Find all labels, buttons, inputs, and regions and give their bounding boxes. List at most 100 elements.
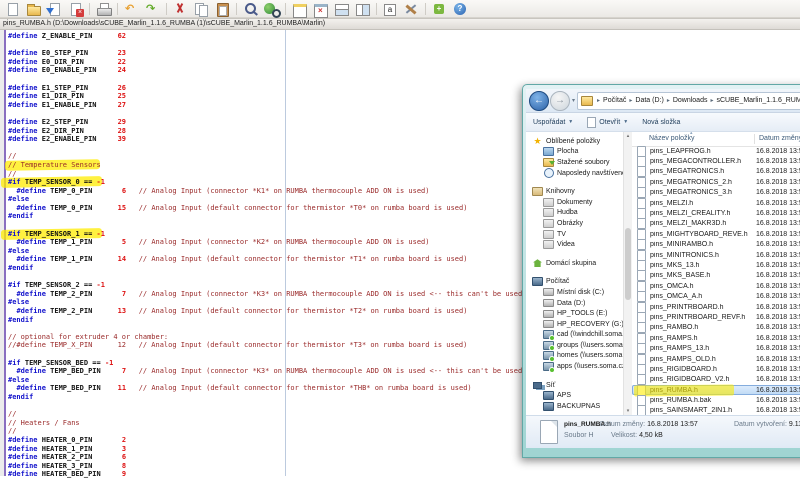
sidebar-item-hp-recovery-g[interactable]: HP_RECOVERY (G:) xyxy=(526,319,632,330)
scrollbar-thumb[interactable] xyxy=(625,228,631,300)
file-row[interactable]: pins_RIGIDBOARD_V2.h16.8.2018 13:57 xyxy=(632,375,800,385)
file-row[interactable]: pins_MELZI.h16.8.2018 13:57 xyxy=(632,198,800,208)
sidebar-item-label: apps (\\users.soma.cz) (Z xyxy=(557,363,632,370)
file-row[interactable]: pins_PRINTRBOARD_REVF.h16.8.2018 13:57 xyxy=(632,312,800,322)
file-name: pins_MINIRAMBO.h xyxy=(650,241,756,248)
breadcrumb-item[interactable]: sCUBE_Marlin_1.1.6_RUMBA (1) xyxy=(716,97,800,104)
file-row[interactable]: pins_OMCA_A.h16.8.2018 13:57 xyxy=(632,291,800,301)
sidebar-item-data-d[interactable]: Data (D:) xyxy=(526,298,632,309)
tile-horizontal-icon[interactable] xyxy=(331,1,352,17)
cut-icon[interactable] xyxy=(170,1,191,17)
file-icon xyxy=(637,250,646,261)
sidebar-item-dokumenty[interactable]: Dokumenty xyxy=(526,197,632,208)
sidebar-item-aps[interactable]: APS xyxy=(526,390,632,401)
breadcrumb-item[interactable]: Počítač xyxy=(603,97,626,104)
file-row[interactable]: pins_MIGHTYBOARD_REVE.h16.8.2018 13:57 xyxy=(632,229,800,239)
column-header-name[interactable]: Název položky xyxy=(649,135,695,142)
file-row[interactable]: pins_MEGATRONICS.h16.8.2018 13:57 xyxy=(632,167,800,177)
sidebar-item-groups-users-soma-cz[interactable]: groups (\\users.soma.cz) xyxy=(526,340,632,351)
file-row[interactable]: pins_RAMBO.h16.8.2018 13:57 xyxy=(632,323,800,333)
sidebar-item-plocha[interactable]: Plocha xyxy=(526,147,632,158)
file-row[interactable]: pins_MELZI_CREALITY.h16.8.2018 13:57 xyxy=(632,208,800,218)
open-folder-icon[interactable] xyxy=(23,1,44,17)
forward-button[interactable] xyxy=(550,91,570,111)
file-row[interactable]: pins_MKS_BASE.h16.8.2018 13:57 xyxy=(632,271,800,281)
organize-button[interactable]: Uspořádat xyxy=(533,119,573,126)
file-row[interactable]: pins_MEGATRONICS_3.h16.8.2018 13:57 xyxy=(632,188,800,198)
file-row[interactable]: pins_PRINTRBOARD.h16.8.2018 13:57 xyxy=(632,302,800,312)
sidebar-item-obr-zky[interactable]: Obrázky xyxy=(526,218,632,229)
file-row[interactable]: pins_MINITRONICS.h16.8.2018 13:57 xyxy=(632,250,800,260)
help-icon[interactable] xyxy=(450,1,471,17)
file-row[interactable]: pins_MINIRAMBO.h16.8.2018 13:57 xyxy=(632,240,800,250)
undo-icon[interactable] xyxy=(121,1,142,17)
new-file-icon[interactable] xyxy=(2,1,23,17)
file-date: 16.8.2018 13:57 xyxy=(756,376,800,383)
sidebar-item-label: Domácí skupina xyxy=(546,260,596,267)
print-icon[interactable] xyxy=(93,1,114,17)
column-header-date[interactable]: Datum změny xyxy=(759,135,800,142)
sidebar-item-backupnas[interactable]: BACKUPNAS xyxy=(526,401,632,412)
breadcrumb-separator-icon: ▸ xyxy=(710,97,713,104)
new-folder-button[interactable]: Nová složka xyxy=(642,119,680,126)
file-row[interactable]: pins_RAMPS_OLD.h16.8.2018 13:57 xyxy=(632,354,800,364)
sidebar-scrollbar[interactable] xyxy=(623,132,632,415)
file-row[interactable]: pins_OMCA.h16.8.2018 13:57 xyxy=(632,281,800,291)
sidebar-item-tv[interactable]: TV xyxy=(526,229,632,240)
scroll-up-icon[interactable] xyxy=(624,132,632,140)
sidebar-item-videa[interactable]: Videa xyxy=(526,239,632,250)
plugin-icon[interactable] xyxy=(429,1,450,17)
paste-icon[interactable] xyxy=(212,1,233,17)
sidebar-item-knihovny[interactable]: Knihovny xyxy=(526,186,632,197)
sidebar-item-cad-windchill-soma-cz[interactable]: cad (\\windchill.soma.cz) xyxy=(526,330,632,341)
sidebar-item-obl-ben-polo-ky[interactable]: Oblíbené položky xyxy=(526,136,632,147)
address-bar[interactable]: ▸Počítač▸Data (D:)▸Downloads▸sCUBE_Marli… xyxy=(577,92,800,110)
sidebar-item-homes-users-soma-cz[interactable]: homes (\\users.soma.cz) xyxy=(526,351,632,362)
sidebar-item-label: Počítač xyxy=(546,278,569,285)
toolbar-separator xyxy=(285,3,286,15)
close-window-icon[interactable] xyxy=(310,1,331,17)
sidebar-item-po-ta[interactable]: Počítač xyxy=(526,277,632,288)
back-button[interactable] xyxy=(529,91,549,111)
file-row[interactable]: pins_MEGACONTROLLER.h16.8.2018 13:57 xyxy=(632,156,800,166)
sidebar-item-sta-en-soubory[interactable]: Stažené soubory xyxy=(526,157,632,168)
sidebar-item-hp-tools-e[interactable]: HP_TOOLS (E:) xyxy=(526,308,632,319)
file-date: 16.8.2018 13:57 xyxy=(756,366,800,373)
sidebar-item-apps-users-soma-cz-z[interactable]: apps (\\users.soma.cz) (Z xyxy=(526,361,632,372)
file-row[interactable]: pins_RAMPS.h16.8.2018 13:57 xyxy=(632,333,800,343)
sidebar-item-hudba[interactable]: Hudba xyxy=(526,208,632,219)
breadcrumb-separator-icon: ▸ xyxy=(667,97,670,104)
file-row[interactable]: pins_LEAPFROG.h16.8.2018 13:57 xyxy=(632,146,800,156)
file-row[interactable]: pins_SAINSMART_2IN1.h16.8.2018 13:57 xyxy=(632,406,800,415)
file-row[interactable]: pins_RIGIDBOARD.h16.8.2018 13:57 xyxy=(632,364,800,374)
tools-icon[interactable] xyxy=(401,1,422,17)
breadcrumb-item[interactable]: Data (D:) xyxy=(635,97,663,104)
file-row[interactable]: pins_RAMPS_13.h16.8.2018 13:57 xyxy=(632,343,800,353)
redo-icon[interactable] xyxy=(142,1,163,17)
file-icon xyxy=(637,146,646,157)
file-row[interactable]: pins_MELZI_MAKR3D.h16.8.2018 13:57 xyxy=(632,219,800,229)
sidebar-item-naposledy-nav-t-ven[interactable]: Naposledy navštívené xyxy=(526,168,632,179)
file-row[interactable]: pins_RUMBA.h.bak16.8.2018 13:57 xyxy=(632,395,800,405)
copy-icon[interactable] xyxy=(191,1,212,17)
sidebar-item-m-stn-disk-c[interactable]: Místní disk (C:) xyxy=(526,287,632,298)
clock-icon xyxy=(543,168,554,178)
find-icon[interactable] xyxy=(240,1,261,17)
file-row[interactable]: pins_MEGATRONICS_2.h16.8.2018 13:57 xyxy=(632,177,800,187)
sidebar-item-dom-c-skupina[interactable]: Domácí skupina xyxy=(526,258,632,269)
scroll-down-icon[interactable] xyxy=(624,407,632,415)
tile-vertical-icon[interactable] xyxy=(352,1,373,17)
file-row[interactable]: pins_MKS_13.h16.8.2018 13:57 xyxy=(632,260,800,270)
search-web-icon[interactable] xyxy=(261,1,282,17)
history-dropdown-icon[interactable] xyxy=(572,97,575,104)
new-window-icon[interactable] xyxy=(289,1,310,17)
save-as-icon[interactable] xyxy=(44,1,65,17)
file-row[interactable]: pins_RUMBA.h16.8.2018 13:57 xyxy=(632,385,800,395)
font-icon[interactable] xyxy=(380,1,401,17)
close-file-icon[interactable] xyxy=(65,1,86,17)
breadcrumb-item[interactable]: Downloads xyxy=(673,97,708,104)
open-button[interactable]: Otevřít xyxy=(587,117,628,128)
sidebar-item-s[interactable]: Síť xyxy=(526,380,632,391)
sidebar-item-label: Videa xyxy=(557,241,575,248)
details-modified: Datum změny:16.8.2018 13:57 xyxy=(600,421,698,428)
